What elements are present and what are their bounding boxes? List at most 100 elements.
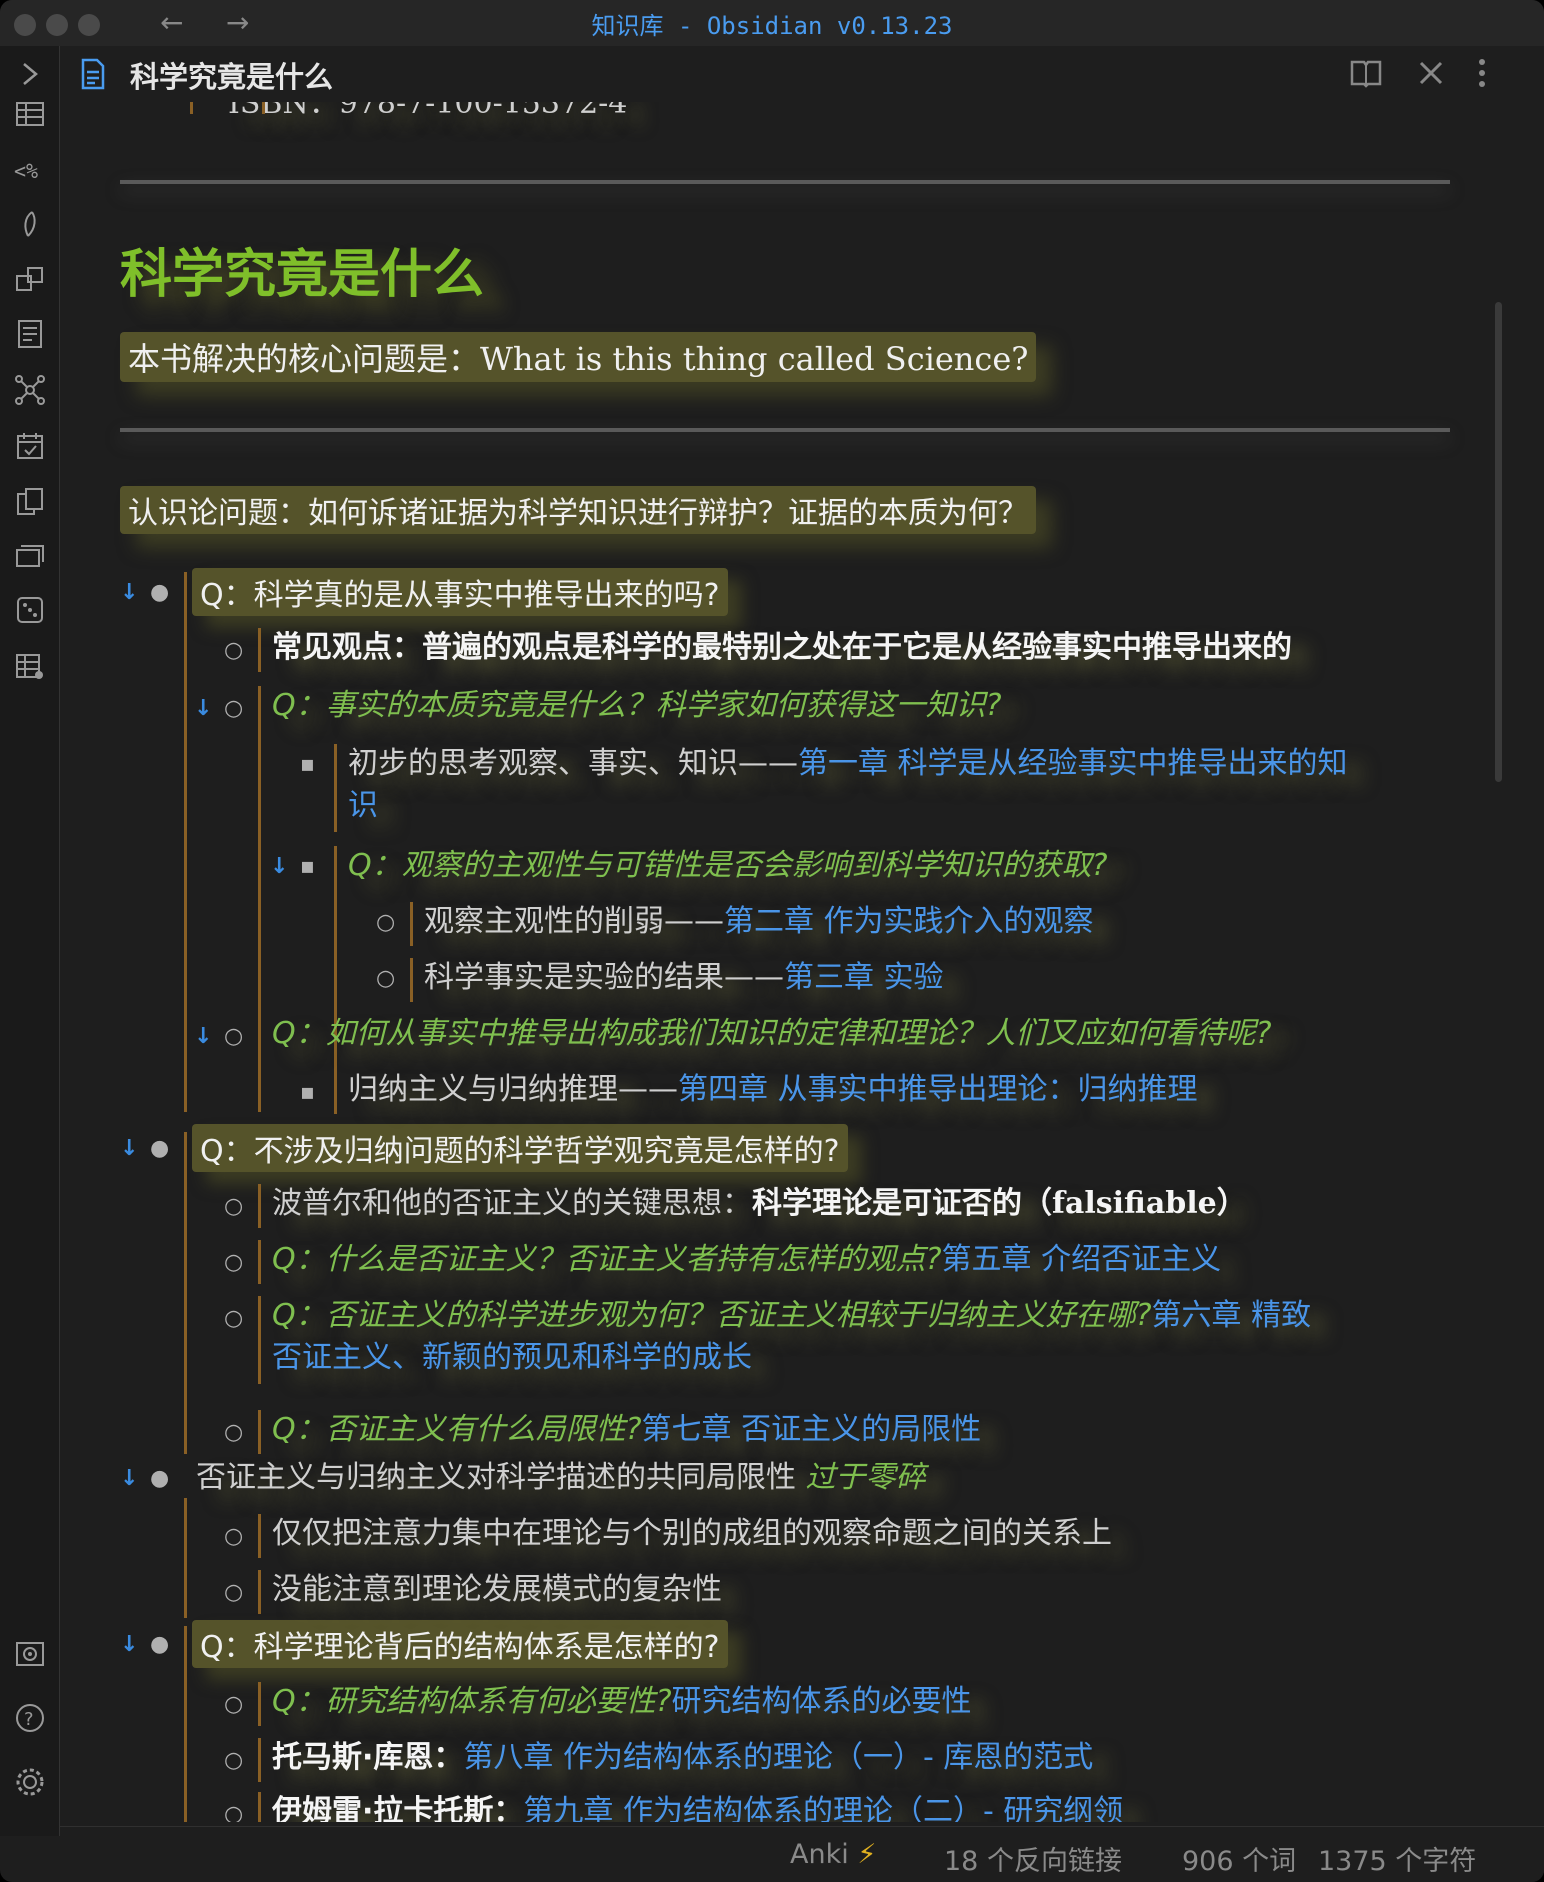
internal-link[interactable]: 研究结构体系的必要性 [672,1684,972,1719]
fold-arrow-icon[interactable]: ↓ [194,696,212,721]
internal-link[interactable]: 第五章 介绍否证主义 [942,1242,1222,1277]
table-settings-icon[interactable] [14,650,46,682]
list-item: Q：否证主义的科学进步观为何？否证主义相较于归纳主义好在哪?第六章 精致 [272,1298,1312,1333]
internal-link[interactable]: 第七章 否证主义的局限性 [642,1412,982,1447]
dice-icon[interactable] [14,594,46,626]
list-guide [334,744,337,832]
vault-icon[interactable] [14,1638,46,1670]
internal-link[interactable]: 第九章 作为结构体系的理论（二）- 研究纲领 [523,1794,1123,1822]
word-count: 906 个词 [1182,1846,1297,1877]
bullet: ○ [224,1524,244,1549]
list-item: Q：研究结构体系有何必要性?研究结构体系的必要性 [272,1684,972,1719]
title-bar: ← → 知识库 - Obsidian v0.13.23 [0,0,1544,46]
backlinks-count[interactable]: 18 个反向链接 [944,1839,1122,1878]
list-item: 归纳主义与归纳推理——第四章 从事实中推导出理论：归纳推理 [348,1072,1198,1107]
epistemology-question: 认识论问题：如何诉诸证据为科学知识进行辩护？证据的本质为何？ [120,486,1036,534]
fold-arrow-icon[interactable]: ↓ [120,1632,138,1657]
svg-text:?: ? [24,1709,34,1730]
internal-link[interactable]: 识 [348,786,378,826]
bullet: ● [150,580,170,605]
question-q3: Q：科学理论背后的结构体系是怎样的? [192,1620,728,1668]
fold-arrow-icon[interactable]: ↓ [194,1024,212,1049]
more-options-icon[interactable] [1476,58,1488,88]
list-guide [258,1570,261,1614]
list-guide [258,628,261,672]
bullet: ● [150,1466,170,1491]
list-item: 仅仅把注意力集中在理论与个别的成组的观察命题之间的关系上 [272,1516,1112,1551]
bullet: ○ [224,1306,244,1331]
help-icon[interactable]: ? [14,1702,46,1734]
list-guide [262,102,265,114]
close-icon[interactable] [1418,60,1444,86]
bullet: ○ [224,1194,244,1219]
list-guide [184,1132,187,1454]
question-q1: Q：科学真的是从事实中推导出来的吗? [192,568,728,616]
internal-link[interactable]: 第六章 精致 [1152,1298,1312,1333]
tab-title[interactable]: 科学究竟是什么 [130,54,333,96]
table-icon[interactable] [14,98,46,130]
bullet: ▪ [300,752,315,777]
list-guide [184,1626,187,1822]
internal-link[interactable]: 第八章 作为结构体系的理论（一）- 库恩的范式 [463,1740,1093,1775]
list-guide [258,1738,261,1782]
percent-code-icon[interactable]: <% [14,154,46,186]
settings-icon[interactable] [14,1766,46,1798]
lightning-icon: ⚡ [857,1839,877,1870]
question-q2: Q：不涉及归纳问题的科学哲学观究竟是怎样的? [192,1124,848,1172]
copy-icon[interactable] [14,486,46,518]
list-guide [258,1514,261,1558]
list-item: Q：事实的本质究竟是什么？科学家如何获得这一知识? [272,688,1002,723]
horizontal-rule [120,180,1450,184]
core-question: 本书解决的核心问题是：What is this thing called Sci… [120,332,1037,382]
bullet: ○ [376,966,396,991]
internal-link[interactable]: 第二章 作为实践介入的观察 [724,904,1094,939]
list-item: 科学事实是实验的结果——第三章 实验 [424,960,944,995]
bullet: ● [150,1632,170,1657]
list-item: Q：观察的主观性与可错性是否会影响到科学知识的获取? [348,848,1108,883]
bullet: ○ [376,910,396,935]
svg-text:<%: <% [14,159,38,183]
internal-link[interactable]: 否证主义、新颖的预见和科学的成长 [272,1338,752,1378]
view-header: 科学究竟是什么 [60,46,1544,102]
anki-status[interactable]: Anki ⚡ [790,1839,876,1870]
list-guide [410,958,413,1002]
list-guide [184,572,187,1112]
horizontal-rule [120,428,1450,432]
list-item: 伊姆雷·拉卡托斯：第九章 作为结构体系的理论（二）- 研究纲领 [272,1792,1123,1822]
internal-link[interactable]: 第三章 实验 [784,960,944,995]
char-count: 1375 个字符 [1318,1846,1477,1877]
slides-icon[interactable] [14,540,46,572]
scrollbar[interactable] [1495,302,1502,782]
note-content[interactable]: ISBN：978-7-100-15372-4 科学究竟是什么 本书解决的核心问题… [60,102,1524,1822]
shapes-icon[interactable] [14,264,46,296]
sidebar-toggle-icon[interactable] [14,58,46,90]
fold-arrow-icon[interactable]: ↓ [120,580,138,605]
list-item: 初步的思考观察、事实、知识——第一章 科学是从经验事实中推导出来的知 [348,746,1348,781]
internal-link[interactable]: 第四章 从事实中推导出理论：归纳推理 [678,1072,1198,1107]
fold-arrow-icon[interactable]: ↓ [270,854,288,879]
list-guide [258,1682,261,1726]
fold-arrow-icon[interactable]: ↓ [120,1136,138,1161]
bullet: ○ [224,696,244,721]
list-guide [258,1792,261,1822]
reading-view-icon[interactable] [1350,58,1382,88]
app-title: 知识库 - Obsidian v0.13.23 [591,12,953,40]
bullet: ○ [224,638,244,663]
bullet: ○ [224,1802,244,1822]
note-heading: 科学究竟是什么 [120,245,485,305]
list-item: Q：否证主义有什么局限性?第七章 否证主义的局限性 [272,1412,982,1447]
list-item: 没能注意到理论发展模式的复杂性 [272,1572,722,1607]
list-guide [258,1296,261,1384]
list-item: 波普尔和他的否证主义的关键思想：科学理论是可证否的（falsifiable） [272,1186,1247,1221]
template-icon[interactable] [14,318,46,350]
list-item: 托马斯·库恩：第八章 作为结构体系的理论（一）- 库恩的范式 [272,1740,1094,1775]
feather-icon[interactable] [14,208,46,240]
list-guide [258,1014,261,1112]
internal-link[interactable]: 第一章 科学是从经验事实中推导出来的知 [798,746,1348,781]
list-guide [258,1184,261,1228]
fold-arrow-icon[interactable]: ↓ [120,1466,138,1491]
calendar-icon[interactable] [14,430,46,462]
graph-icon[interactable] [14,374,46,406]
list-guide [410,902,413,946]
bullet: ● [150,1136,170,1161]
